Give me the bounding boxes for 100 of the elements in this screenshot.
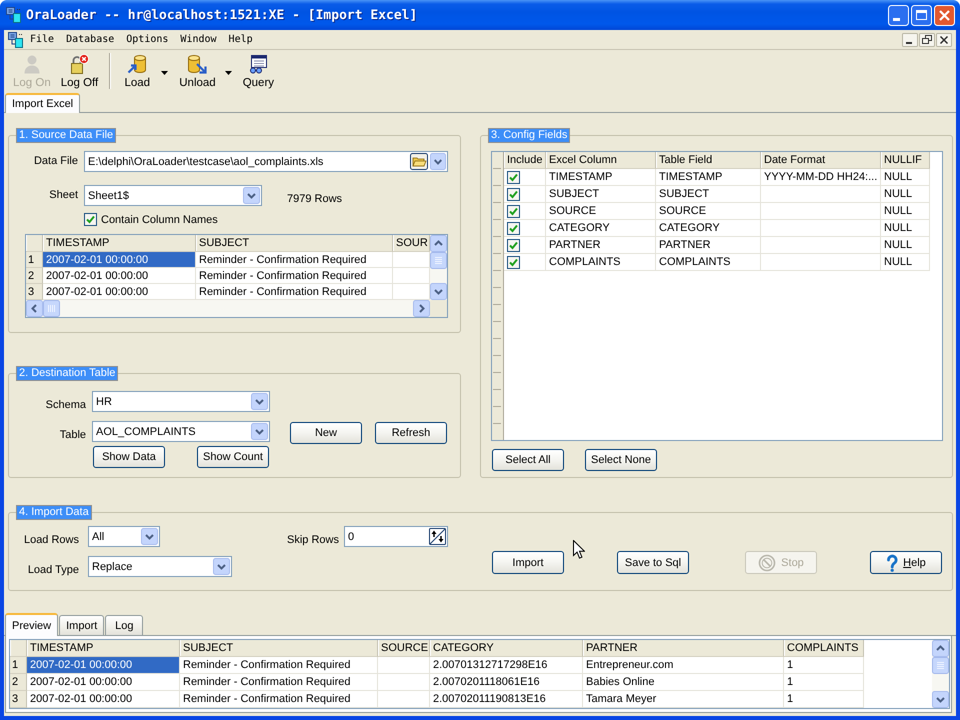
menu-item[interactable]: Window	[174, 32, 223, 48]
tab[interactable]: Import Excel	[5, 93, 80, 113]
table-cell: NULL	[881, 186, 930, 203]
scroll-thumb[interactable]	[932, 657, 949, 674]
database-arrow-icon	[127, 54, 148, 74]
scroll-thumb[interactable]	[43, 300, 60, 317]
file-path-field[interactable]: E:\delphi\OraLoader\testcase\aol_complaints.xls	[84, 151, 448, 172]
checkbox[interactable]	[507, 256, 520, 268]
column-header: Excel Column	[546, 152, 656, 169]
import-button[interactable]: Import	[492, 551, 564, 574]
table-cell: TIMESTAMP	[546, 169, 656, 186]
table-cell: 1	[784, 674, 864, 691]
load-type-dropdown[interactable]: Replace	[88, 556, 232, 577]
group-title: 2. Destination Table	[16, 366, 118, 381]
tab[interactable]: Preview	[5, 613, 58, 636]
column-header: NULLIF	[881, 152, 930, 169]
chevron-left-icon[interactable]	[26, 300, 43, 317]
table-cell: NULL	[881, 203, 930, 220]
chevron-down-icon[interactable]	[430, 153, 446, 170]
select-none-button[interactable]: Select None	[585, 449, 657, 471]
chevron-up-icon[interactable]	[430, 235, 447, 252]
person-icon	[22, 54, 42, 74]
help-button[interactable]: Help	[870, 551, 942, 574]
table-cell: NULL	[881, 254, 930, 271]
table-cell: SOURCE	[656, 203, 761, 220]
refresh-button[interactable]: Refresh	[375, 422, 447, 444]
question-mark-icon	[886, 554, 898, 572]
menu-item[interactable]: Help	[222, 32, 259, 48]
close-icon[interactable]	[936, 32, 952, 46]
table-cell: NULL	[881, 237, 930, 254]
checkbox-label[interactable]: Contain Column Names	[101, 214, 218, 226]
column-header: SUBJECT	[180, 640, 378, 657]
spin-arrows-icon[interactable]	[429, 528, 446, 545]
row-number: 1	[10, 657, 27, 674]
toolbar-button[interactable]: Query	[238, 50, 280, 92]
chevron-down-icon[interactable]	[430, 283, 447, 300]
vertical-scrollbar[interactable]	[932, 640, 949, 708]
toolbar-button[interactable]: Unload	[174, 50, 221, 92]
app-icon[interactable]	[6, 7, 22, 23]
tab[interactable]: Import	[59, 615, 104, 635]
maximize-icon[interactable]	[911, 4, 932, 26]
padlock-icon	[69, 54, 90, 74]
show-data-button[interactable]: Show Data	[93, 446, 165, 468]
checkbox[interactable]	[84, 213, 97, 226]
row-count-label: 7979 Rows	[287, 192, 342, 204]
toolbar-button[interactable]: Load	[117, 50, 158, 92]
group-title: 4. Import Data	[16, 505, 92, 520]
database-arrow-icon	[187, 54, 208, 74]
table-cell: 2.00701312717298E16	[430, 657, 583, 674]
checkbox[interactable]	[507, 170, 520, 184]
checkbox[interactable]	[507, 188, 520, 200]
skip-rows-field[interactable]: 0	[344, 526, 448, 547]
chevron-down-icon[interactable]	[251, 423, 268, 440]
menu-item[interactable]: Database	[60, 32, 120, 48]
checkbox[interactable]	[507, 222, 520, 234]
chevron-down-icon[interactable]	[141, 528, 158, 545]
row-number: 2	[26, 268, 43, 284]
chevron-down-icon[interactable]	[251, 393, 268, 410]
horizontal-scrollbar[interactable]	[26, 300, 430, 317]
caret-icon[interactable]	[224, 71, 232, 75]
menu-item[interactable]: Options	[120, 32, 174, 48]
table-cell: Reminder - Confirmation Required	[180, 674, 378, 691]
table-cell: CATEGORY	[546, 220, 656, 237]
table-cell: 1	[784, 691, 864, 708]
field-label: Skip Rows	[287, 534, 339, 547]
toolbar-button[interactable]: Log Off	[56, 50, 104, 92]
select-all-button[interactable]: Select All	[492, 449, 564, 471]
minimize-icon[interactable]	[902, 32, 918, 46]
table-dropdown[interactable]: AOL_COMPLAINTS	[92, 421, 270, 442]
group-title: 1. Source Data File	[16, 128, 116, 143]
table-cell: COMPLAINTS	[656, 254, 761, 271]
sheet-dropdown[interactable]: Sheet1$	[84, 185, 262, 206]
show-count-button[interactable]: Show Count	[197, 446, 269, 468]
chevron-down-icon[interactable]	[932, 691, 949, 708]
restore-icon[interactable]	[919, 32, 935, 46]
menu-item[interactable]: File	[24, 32, 60, 48]
caret-icon[interactable]	[161, 71, 168, 75]
save-to-sql-button[interactable]: Save to Sql	[617, 551, 689, 574]
tab[interactable]: Log	[105, 615, 144, 635]
table-cell: 2.00702011190813E16	[430, 691, 583, 708]
field-label: Sheet	[48, 189, 78, 202]
load-rows-dropdown[interactable]: All	[88, 526, 160, 547]
table-cell: COMPLAINTS	[546, 254, 656, 271]
row-number: 2	[10, 674, 27, 691]
app-icon[interactable]	[8, 32, 24, 48]
chevron-right-icon[interactable]	[413, 300, 430, 317]
chevron-down-icon[interactable]	[213, 558, 230, 575]
prohibited-icon	[758, 554, 776, 572]
checkbox[interactable]	[507, 238, 520, 252]
scroll-thumb[interactable]	[430, 252, 447, 269]
chevron-down-icon[interactable]	[243, 187, 260, 204]
table-cell: Reminder - Confirmation Required	[196, 268, 393, 284]
chevron-up-icon[interactable]	[932, 640, 949, 657]
checkbox[interactable]	[507, 204, 520, 218]
schema-dropdown[interactable]: HR	[92, 391, 270, 412]
table-cell: Tamara Meyer	[583, 691, 784, 708]
folder-icon[interactable]	[410, 153, 428, 170]
new-button[interactable]: New	[290, 422, 362, 444]
table-cell: SUBJECT	[546, 186, 656, 203]
vertical-scrollbar[interactable]	[430, 235, 447, 300]
